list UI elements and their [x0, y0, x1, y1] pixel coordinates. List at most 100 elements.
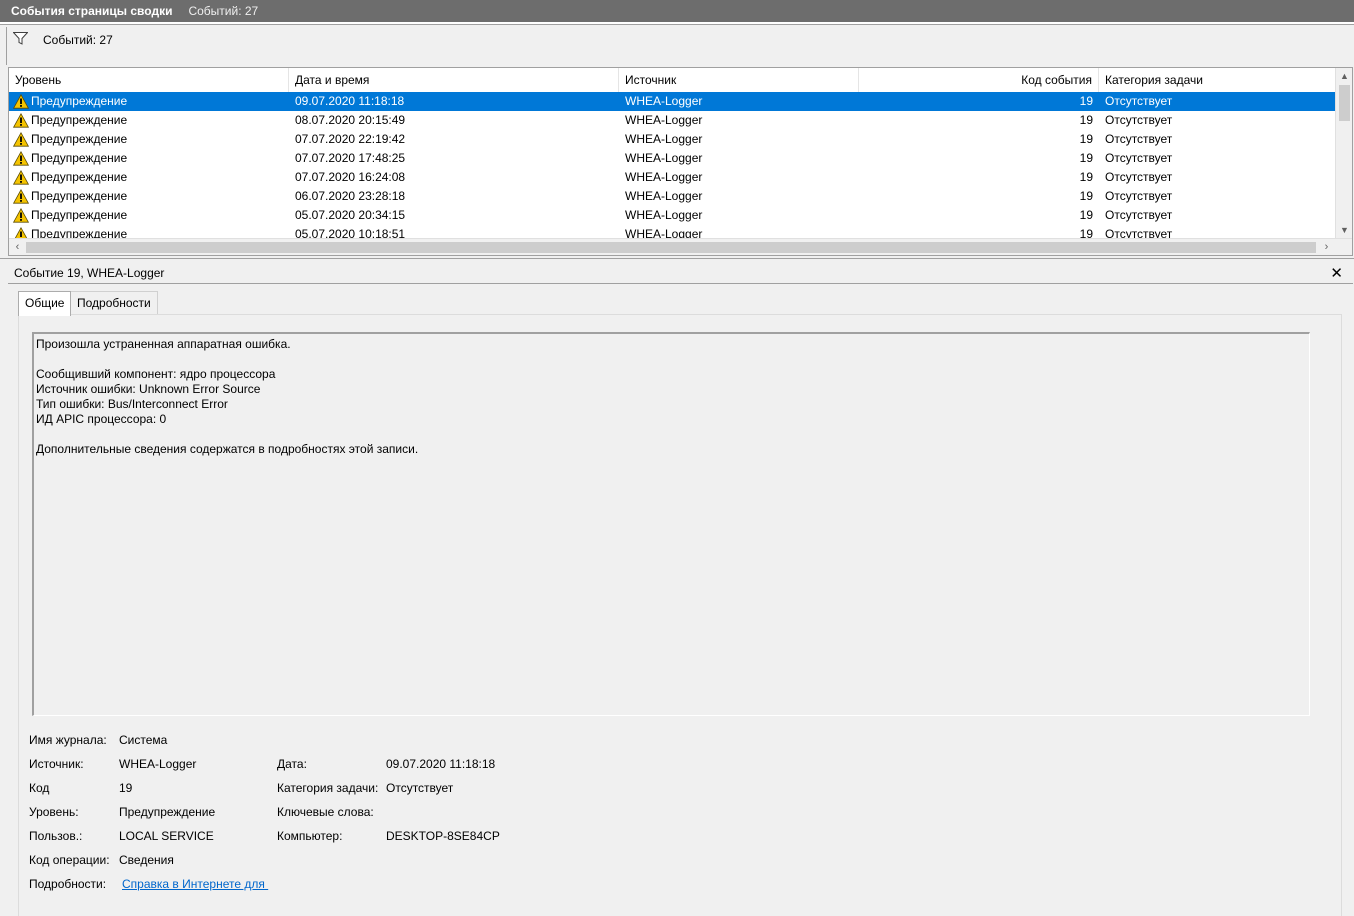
source-cell: WHEA-Logger [625, 208, 703, 222]
task-category-cell: Отсутствует [1105, 170, 1173, 184]
computer-value: DESKTOP-8SE84CP [386, 829, 500, 843]
level-cell: Предупреждение [31, 132, 128, 146]
warning-icon [12, 188, 30, 204]
warning-icon [12, 112, 30, 128]
event-id-cell: 19 [1079, 132, 1093, 146]
description-line: Произошла устраненная аппаратная ошибка. [36, 337, 291, 351]
table-row[interactable]: Предупреждение 06.07.2020 23:28:18 WHEA-Lo… [9, 187, 1335, 206]
horizontal-scroll-thumb[interactable] [26, 242, 1316, 253]
column-header-level[interactable]: Уровень [9, 68, 289, 92]
source-cell: WHEA-Logger [625, 170, 703, 184]
level-cell: Предупреждение [31, 189, 128, 203]
more-info-label: Подробности: [29, 877, 107, 891]
table-body: Предупреждение 09.07.2020 11:18:18 WHEA-Lo… [9, 92, 1335, 240]
source-cell: WHEA-Logger [625, 94, 703, 108]
table-row[interactable]: Предупреждение 07.07.2020 22:19:42 WHEA-Lo… [9, 130, 1335, 149]
description-line: Тип ошибки: Bus/Interconnect Error [36, 397, 228, 411]
filter-count: Событий: 27 [43, 33, 113, 47]
column-header-task-category[interactable]: Категория задачи [1099, 68, 1335, 92]
computer-label: Компьютер: [277, 829, 343, 843]
description-line: Дополнительные сведения содержатся в под… [36, 442, 419, 456]
warning-icon [12, 131, 30, 147]
filter-icon[interactable] [12, 32, 29, 45]
events-table[interactable]: Уровень Дата и время Источник Код событи… [8, 67, 1353, 256]
description-line [36, 427, 1307, 442]
source-cell: WHEA-Logger [625, 113, 703, 127]
scroll-down-arrow-icon[interactable]: ▼ [1336, 222, 1352, 239]
event-id-cell: 19 [1079, 189, 1093, 203]
event-detail-title: Событие 19, WHEA-Logger [14, 266, 165, 280]
source-label: Источник: [29, 757, 84, 771]
task-category-cell: Отсутствует [1105, 208, 1173, 222]
source-cell: WHEA-Logger [625, 132, 703, 146]
date-label: Дата: [277, 757, 307, 771]
scroll-right-arrow-icon[interactable]: › [1318, 239, 1335, 255]
level-value: Предупреждение [119, 805, 216, 819]
opcode-value: Сведения [119, 853, 174, 867]
scroll-left-arrow-icon[interactable]: ‹ [9, 239, 26, 255]
vertical-scrollbar[interactable]: ▲ ▼ [1335, 68, 1352, 239]
filter-bar: Событий: 27 [6, 27, 1354, 65]
horizontal-scrollbar[interactable]: ‹ › [9, 238, 1352, 255]
level-cell: Предупреждение [31, 151, 128, 165]
tab-general[interactable]: Общие [18, 291, 72, 316]
panel-title: События страницы сводки [11, 4, 173, 18]
general-tab-panel: Произошла устраненная аппаратная ошибка.… [18, 314, 1342, 916]
description-line: ИД APIC процессора: 0 [36, 412, 167, 426]
event-id-value: 19 [119, 781, 133, 795]
warning-icon [12, 93, 30, 109]
column-header-datetime[interactable]: Дата и время [289, 68, 619, 92]
level-cell: Предупреждение [31, 170, 128, 184]
level-label: Уровень: [29, 805, 79, 819]
close-icon[interactable]: ✕ [1330, 264, 1343, 282]
task-category-label: Категория задачи: [277, 781, 379, 795]
task-category-cell: Отсутствует [1105, 132, 1173, 146]
table-header: Уровень Дата и время Источник Код событи… [9, 68, 1335, 92]
scroll-up-arrow-icon[interactable]: ▲ [1336, 68, 1352, 85]
datetime-cell: 07.07.2020 17:48:25 [295, 151, 406, 165]
column-header-source[interactable]: Источник [619, 68, 859, 92]
description-line: Сообщивший компонент: ядро процессора [36, 367, 276, 381]
table-row[interactable]: Предупреждение 05.07.2020 20:34:15 WHEA-Lo… [9, 206, 1335, 225]
event-id-cell: 19 [1079, 94, 1093, 108]
datetime-cell: 05.07.2020 20:34:15 [295, 208, 406, 222]
task-category-cell: Отсутствует [1105, 113, 1173, 127]
opcode-label: Код операции: [29, 853, 110, 867]
event-id-cell: 19 [1079, 151, 1093, 165]
datetime-cell: 08.07.2020 20:15:49 [295, 113, 406, 127]
task-category-cell: Отсутствует [1105, 189, 1173, 203]
task-category-value: Отсутствует [386, 781, 454, 795]
panel-titlebar: События страницы сводки Событий: 27 [0, 0, 1354, 22]
task-category-cell: Отсутствует [1105, 151, 1173, 165]
source-value: WHEA-Logger [119, 757, 197, 771]
task-category-cell: Отсутствует [1105, 94, 1173, 108]
user-value: LOCAL SERVICE [119, 829, 214, 843]
warning-icon [12, 169, 30, 185]
table-row[interactable]: Предупреждение 08.07.2020 20:15:49 WHEA-Lo… [9, 111, 1335, 130]
level-cell: Предупреждение [31, 208, 128, 222]
event-detail-header: Событие 19, WHEA-Logger ✕ [8, 263, 1353, 284]
event-count: Событий: 27 [188, 4, 259, 18]
warning-icon [12, 150, 30, 166]
event-description[interactable]: Произошла устраненная аппаратная ошибка.… [32, 332, 1310, 716]
datetime-cell: 06.07.2020 23:28:18 [295, 189, 406, 203]
level-cell: Предупреждение [31, 94, 128, 108]
tab-details[interactable]: Подробности [70, 291, 158, 315]
titlebar-divider [0, 22, 1354, 25]
warning-icon [12, 207, 30, 223]
log-name-value: Система [119, 733, 168, 747]
column-header-event-id[interactable]: Код события [859, 68, 1099, 92]
event-id-cell: 19 [1079, 208, 1093, 222]
event-id-label: Код [29, 781, 50, 795]
pane-splitter[interactable] [0, 258, 1354, 262]
level-cell: Предупреждение [31, 113, 128, 127]
table-row[interactable]: Предупреждение 07.07.2020 17:48:25 WHEA-Lo… [9, 149, 1335, 168]
event-id-cell: 19 [1079, 170, 1093, 184]
table-row[interactable]: Предупреждение 09.07.2020 11:18:18 WHEA-Lo… [9, 92, 1335, 111]
event-id-cell: 19 [1079, 113, 1093, 127]
user-label: Пользов.: [29, 829, 83, 843]
vertical-scroll-thumb[interactable] [1339, 85, 1350, 121]
online-help-link[interactable]: Справка в Интернете для [122, 877, 268, 891]
log-name-label: Имя журнала: [29, 733, 107, 747]
table-row[interactable]: Предупреждение 07.07.2020 16:24:08 WHEA-Lo… [9, 168, 1335, 187]
